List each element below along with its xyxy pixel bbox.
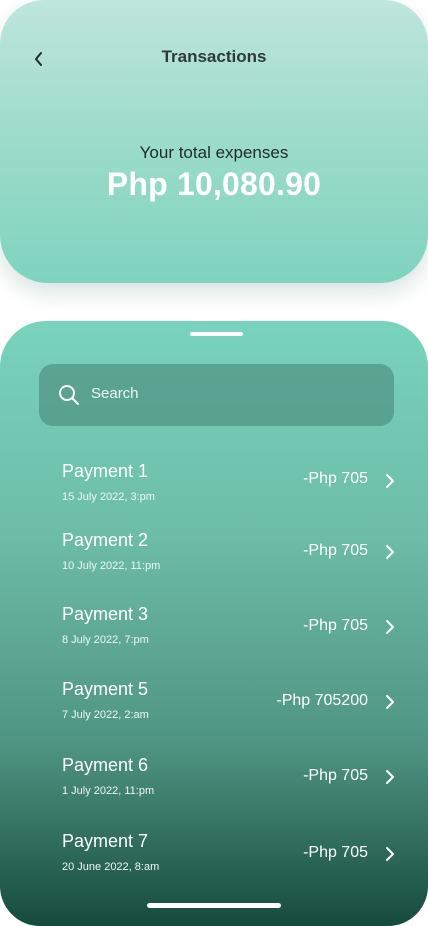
transaction-date: 10 July 2022, 11:pm — [62, 560, 161, 572]
transaction-row[interactable]: Payment 2 10 July 2022, 11:pm -Php 705 — [0, 530, 428, 590]
transaction-amount: -Php 705 — [303, 617, 368, 634]
transaction-row[interactable]: Payment 1 15 July 2022, 3:pm -Php 705 — [0, 461, 428, 521]
transaction-date: 1 July 2022, 11:pm — [62, 785, 155, 797]
transaction-amount: -Php 705 — [303, 470, 368, 487]
transaction-date: 15 July 2022, 3:pm — [62, 491, 155, 503]
search-icon — [59, 385, 79, 405]
chevron-right-icon[interactable] — [383, 473, 397, 489]
transaction-name: Payment 2 — [62, 530, 149, 550]
summary-header: Transactions Your total expenses Php 10,… — [0, 0, 428, 283]
search-placeholder: Search — [91, 385, 139, 402]
chevron-right-icon[interactable] — [383, 769, 397, 785]
transaction-row[interactable]: Payment 6 1 July 2022, 11:pm -Php 705 — [0, 755, 428, 815]
transaction-date: 20 June 2022, 8:am — [62, 861, 160, 873]
transaction-date: 8 July 2022, 7:pm — [62, 634, 149, 646]
transaction-row[interactable]: Payment 5 7 July 2022, 2:am -Php 705200 — [0, 679, 428, 739]
transaction-name: Payment 1 — [62, 461, 149, 481]
transaction-name: Payment 6 — [62, 755, 149, 775]
transaction-name: Payment 3 — [62, 604, 149, 624]
transaction-amount: -Php 705 — [303, 542, 368, 559]
transaction-row[interactable]: Payment 3 8 July 2022, 7:pm -Php 705 — [0, 604, 428, 664]
home-indicator — [147, 903, 281, 908]
search-input[interactable]: Search — [39, 364, 394, 426]
transaction-name: Payment 7 — [62, 831, 149, 851]
transaction-amount: -Php 705 — [303, 844, 368, 861]
chevron-right-icon[interactable] — [383, 694, 397, 710]
chevron-right-icon[interactable] — [383, 846, 397, 862]
transaction-name: Payment 5 — [62, 679, 149, 699]
chevron-right-icon[interactable] — [383, 619, 397, 635]
transaction-amount: -Php 705200 — [276, 692, 368, 709]
sheet-drag-handle[interactable] — [190, 332, 243, 336]
page-title: Transactions — [161, 47, 267, 66]
total-expenses-amount: Php 10,080.90 — [106, 166, 322, 202]
transactions-sheet: Search Payment 1 15 July 2022, 3:pm -Php… — [0, 321, 428, 926]
total-expenses-label: Your total expenses — [139, 143, 289, 162]
transaction-row[interactable]: Payment 7 20 June 2022, 8:am -Php 705 — [0, 831, 428, 891]
transaction-amount: -Php 705 — [303, 767, 368, 784]
chevron-right-icon[interactable] — [383, 544, 397, 560]
transaction-date: 7 July 2022, 2:am — [62, 709, 149, 721]
